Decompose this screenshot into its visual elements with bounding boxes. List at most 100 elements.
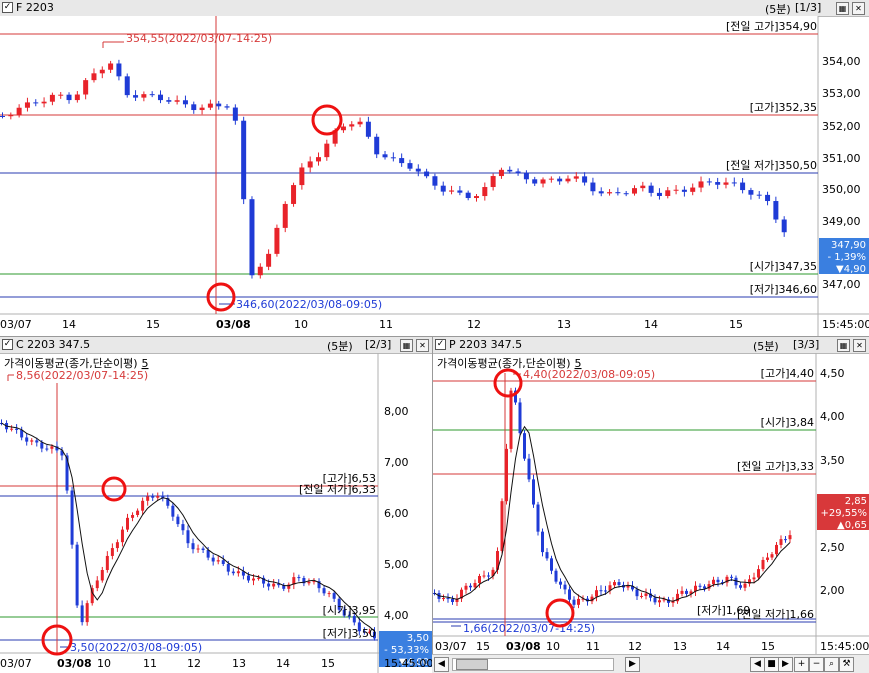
settings-icon[interactable]: ▦: [836, 2, 849, 15]
candle: [191, 104, 197, 111]
price-change: ▼4,90: [836, 264, 866, 275]
page-label: [3/3]: [793, 338, 820, 351]
candle: [572, 599, 576, 605]
price-value: 347,90: [831, 240, 866, 251]
scroll-left-icon[interactable]: ◀: [434, 657, 449, 672]
low-label: [저가]3,50: [323, 627, 376, 640]
candle: [236, 571, 240, 574]
candle: [224, 106, 230, 108]
candle: [199, 107, 205, 111]
stop-icon[interactable]: ■: [764, 657, 779, 672]
candle: [582, 176, 588, 183]
y-tick: 4,50: [820, 367, 845, 380]
settings-icon[interactable]: ⚒: [839, 657, 854, 672]
settings-icon[interactable]: ▦: [400, 339, 413, 352]
candle: [181, 524, 185, 531]
candle: [548, 178, 554, 180]
price-value: 3,50: [407, 633, 429, 644]
candle: [469, 585, 472, 588]
x-axis: 03/07 15 03/08 10 11 12 13 14 15 15:45:0…: [435, 640, 869, 653]
candle: [15, 428, 19, 430]
candle: [500, 501, 504, 552]
candle: [432, 176, 438, 186]
candle: [474, 196, 479, 199]
play-icon[interactable]: ▶: [778, 657, 793, 672]
close-icon[interactable]: ✕: [852, 2, 865, 15]
futures-candle-chart[interactable]: [전일 고가]354,90 [고가]352,35 [전일 저가]350,50 […: [0, 16, 869, 336]
call-option-candle-chart[interactable]: 가격이동평균(종가,단순이평) 5 8,56(2022/03/07-14:25) …: [0, 353, 432, 673]
y-tick: 5,00: [384, 558, 409, 571]
candle: [340, 126, 346, 131]
y-tick: 347,00: [822, 278, 861, 291]
price-change-pct: - 53,33%: [384, 645, 429, 656]
y-tick: 350,00: [822, 183, 861, 196]
candle: [752, 577, 756, 580]
candle: [653, 597, 657, 603]
x-tick: 12: [187, 657, 201, 670]
candle: [176, 516, 180, 525]
candle: [743, 583, 747, 588]
zoom-in-icon[interactable]: +: [794, 657, 809, 672]
max-annotation: 8,56(2022/03/07-14:25): [16, 369, 148, 382]
scroll-first-icon[interactable]: ◀: [750, 657, 765, 672]
x-tick: 15: [476, 640, 490, 653]
pane-checkbox[interactable]: ✓: [2, 339, 13, 350]
pane-checkbox[interactable]: ✓: [2, 2, 13, 13]
candle: [266, 253, 272, 267]
x-axis: 03/07 03/08 10 11 12 13 14 15 15:45:00: [0, 657, 432, 670]
close-icon[interactable]: ✕: [416, 339, 429, 352]
candle: [196, 548, 200, 550]
candle: [446, 598, 450, 600]
pane-checkbox[interactable]: ✓: [435, 339, 446, 350]
candle: [80, 605, 84, 623]
call-option-chart-pane[interactable]: ✓ C 2203 347.5 (5분) [2/3] ▦ ✕ 가격이동평균(종가,…: [0, 336, 432, 673]
candle: [110, 548, 114, 556]
candle: [158, 94, 163, 101]
period-label: (5분): [753, 340, 779, 353]
x-tick: 12: [467, 318, 481, 331]
futures-chart-pane[interactable]: ✓ F 2203 (5분) [1/3] ▦ ✕ [전일 고가]354,90 [고…: [0, 0, 869, 336]
candle: [509, 390, 513, 449]
highlight-circle: [101, 476, 127, 502]
y-tick: 4,00: [820, 410, 845, 423]
candle: [316, 157, 321, 162]
candle: [640, 595, 643, 597]
candle: [95, 580, 99, 589]
scroll-thumb[interactable]: [456, 659, 488, 670]
candle: [186, 530, 190, 544]
put-option-chart-pane[interactable]: ✓ P 2203 347.5 (5분) [3/3] ▦ ✕ 가격이동평균(종가,…: [432, 336, 869, 655]
scroll-right-icon[interactable]: ▶: [625, 657, 640, 672]
candle: [252, 578, 255, 581]
candle: [706, 181, 712, 183]
candle: [563, 584, 567, 590]
settings-icon[interactable]: ▦: [837, 339, 850, 352]
put-option-candle-chart[interactable]: 가격이동평균(종가,단순이평) 5 4,40(2022/03/08-09:05) …: [433, 353, 869, 655]
x-axis: 03/07 14 15 03/08 10 11 12 13 14 15 15:4…: [0, 318, 869, 331]
high-label: [고가]4,40: [761, 367, 814, 380]
chart-scroll-toolbar[interactable]: ◀ ▶ ◀ ■ ▶ + − ⌕ ⚒: [432, 654, 869, 673]
candle: [156, 496, 160, 498]
x-tick: 11: [586, 640, 600, 653]
candle: [775, 544, 778, 555]
candle: [120, 529, 124, 543]
x-tick: 10: [546, 640, 560, 653]
candle: [680, 590, 684, 594]
candle: [115, 542, 119, 549]
candle: [207, 103, 213, 108]
x-tick: 11: [143, 657, 157, 670]
zoom-out-icon[interactable]: −: [809, 657, 824, 672]
candle: [482, 575, 486, 577]
candle: [324, 143, 330, 158]
y-tick: 352,00: [822, 120, 861, 133]
x-tick: 13: [232, 657, 246, 670]
candle: [598, 191, 604, 194]
max-annotation: 354,55(2022/03/07-14:25): [126, 32, 272, 45]
search-icon[interactable]: ⌕: [824, 657, 839, 672]
candle: [573, 176, 579, 179]
candle: [91, 73, 97, 81]
candle: [25, 437, 29, 442]
current-price-box: 2,85 +29,55% ▲0,65: [817, 494, 869, 531]
candle: [565, 178, 571, 182]
close-icon[interactable]: ✕: [853, 339, 866, 352]
candle: [407, 163, 413, 169]
